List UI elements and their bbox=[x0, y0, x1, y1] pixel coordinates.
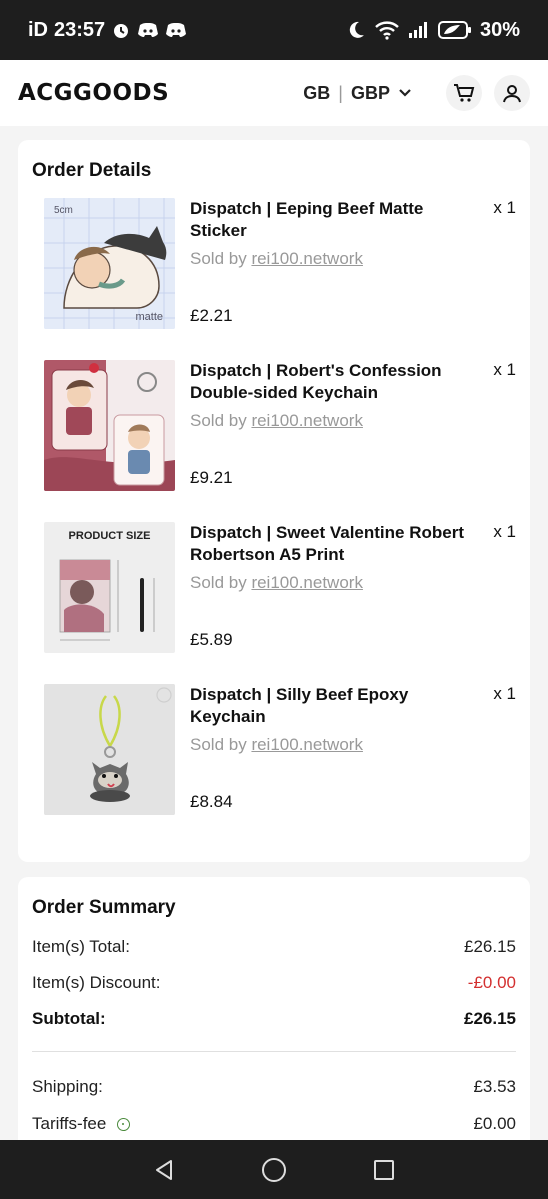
sold-by-label: Sold by bbox=[190, 249, 247, 268]
site-header: ACGGOODS GB | GBP bbox=[0, 60, 548, 126]
item-name[interactable]: Dispatch | Robert's Confession Double-si… bbox=[190, 360, 470, 404]
product-thumbnail[interactable]: 5cm matte bbox=[44, 198, 175, 329]
shipping-row: Shipping: £3.53 bbox=[32, 1077, 516, 1097]
print-image bbox=[59, 559, 155, 641]
sticker-size-label: 5cm bbox=[54, 205, 73, 216]
product-thumbnail[interactable]: PRODUCT SIZE bbox=[44, 522, 175, 653]
signal-icon bbox=[408, 22, 427, 38]
item-quantity: x 1 bbox=[493, 522, 516, 541]
items-discount-label: Item(s) Discount: bbox=[32, 973, 161, 992]
home-icon[interactable] bbox=[261, 1157, 287, 1183]
order-details-card: Order Details 5cm matte Dispatch | Eepin… bbox=[18, 140, 530, 862]
cart-icon bbox=[454, 84, 475, 102]
back-icon[interactable] bbox=[152, 1158, 176, 1182]
discord-icon-2 bbox=[166, 23, 187, 37]
currency-code: GBP bbox=[350, 82, 390, 103]
item-price: £2.21 bbox=[190, 306, 233, 325]
status-bar: iD 23:57 30% bbox=[0, 0, 548, 60]
sold-by-label: Sold by bbox=[190, 411, 247, 430]
subtotal-label: Subtotal: bbox=[32, 1009, 106, 1028]
tariffs-value: £0.00 bbox=[473, 1114, 516, 1133]
battery-icon bbox=[437, 21, 471, 39]
item-price: £8.84 bbox=[190, 792, 233, 811]
item-price: £5.89 bbox=[190, 630, 233, 649]
items-discount-row: Item(s) Discount: -£0.00 bbox=[32, 973, 516, 993]
item-quantity: x 1 bbox=[493, 684, 516, 703]
user-icon bbox=[503, 85, 521, 103]
site-logo[interactable]: ACGGOODS bbox=[18, 80, 169, 106]
keychain-image bbox=[44, 360, 175, 491]
shipping-label: Shipping: bbox=[32, 1077, 103, 1096]
alarm-icon bbox=[114, 24, 129, 38]
discord-icon bbox=[138, 23, 159, 37]
item-name[interactable]: Dispatch | Silly Beef Epoxy Keychain bbox=[190, 684, 470, 728]
tariffs-label: Tariffs-fee bbox=[32, 1114, 107, 1133]
subtotal-value: £26.15 bbox=[464, 1009, 516, 1028]
sold-by-label: Sold by bbox=[190, 573, 247, 592]
seller-link[interactable]: rei100.network bbox=[251, 249, 363, 268]
clock-time: 23:57 bbox=[54, 18, 106, 41]
locale-separator: | bbox=[338, 82, 343, 103]
order-details-title: Order Details bbox=[32, 160, 152, 181]
tariffs-row: Tariffs-fee £0.00 bbox=[32, 1114, 516, 1134]
order-item[interactable]: Dispatch | Robert's Confession Double-si… bbox=[44, 360, 516, 492]
item-seller: Sold by rei100.network bbox=[190, 411, 363, 431]
epoxy-keychain-image bbox=[44, 684, 175, 815]
order-summary-title: Order Summary bbox=[32, 897, 176, 918]
recents-icon[interactable] bbox=[372, 1158, 396, 1182]
chevron-down-icon bbox=[399, 89, 411, 97]
account-button[interactable] bbox=[494, 75, 530, 111]
item-seller: Sold by rei100.network bbox=[190, 735, 363, 755]
sold-by-label: Sold by bbox=[190, 735, 247, 754]
item-quantity: x 1 bbox=[493, 198, 516, 217]
battery-percent: 30% bbox=[479, 18, 520, 41]
item-seller: Sold by rei100.network bbox=[190, 249, 363, 269]
summary-divider bbox=[32, 1051, 516, 1052]
items-discount-value: -£0.00 bbox=[467, 973, 516, 992]
items-total-row: Item(s) Total: £26.15 bbox=[32, 937, 516, 957]
items-total-value: £26.15 bbox=[464, 937, 516, 956]
item-name[interactable]: Dispatch | Eeping Beef Matte Sticker bbox=[190, 198, 470, 242]
wifi-icon bbox=[375, 21, 399, 40]
cart-button[interactable] bbox=[446, 75, 482, 111]
shipping-value: £3.53 bbox=[473, 1077, 516, 1096]
subtotal-row: Subtotal: £26.15 bbox=[32, 1009, 516, 1029]
order-item[interactable]: 5cm matte Dispatch | Eeping Beef Matte S… bbox=[44, 198, 516, 330]
product-thumbnail[interactable] bbox=[44, 360, 175, 491]
sticker-finish-label: matte bbox=[135, 311, 163, 323]
info-icon[interactable] bbox=[117, 1118, 131, 1132]
system-nav-bar bbox=[0, 1140, 548, 1199]
sticker-image bbox=[44, 198, 175, 329]
seller-link[interactable]: rei100.network bbox=[251, 735, 363, 754]
moon-icon bbox=[349, 21, 364, 38]
order-item[interactable]: Dispatch | Silly Beef Epoxy Keychain x 1… bbox=[44, 684, 516, 816]
carrier-label: iD bbox=[28, 18, 48, 41]
country-code: GB bbox=[303, 82, 331, 103]
items-total-label: Item(s) Total: bbox=[32, 937, 130, 956]
order-summary-card: Order Summary Item(s) Total: £26.15 Item… bbox=[18, 877, 530, 1167]
item-price: £9.21 bbox=[190, 468, 233, 487]
order-item[interactable]: PRODUCT SIZE Dispatch | Sweet Valentine … bbox=[44, 522, 516, 654]
seller-link[interactable]: rei100.network bbox=[251, 573, 363, 592]
locale-selector[interactable]: GB | GBP bbox=[303, 83, 412, 104]
item-name[interactable]: Dispatch | Sweet Valentine Robert Robert… bbox=[190, 522, 470, 566]
item-seller: Sold by rei100.network bbox=[190, 573, 363, 593]
product-thumbnail[interactable] bbox=[44, 684, 175, 815]
seller-link[interactable]: rei100.network bbox=[251, 411, 363, 430]
item-quantity: x 1 bbox=[493, 360, 516, 379]
